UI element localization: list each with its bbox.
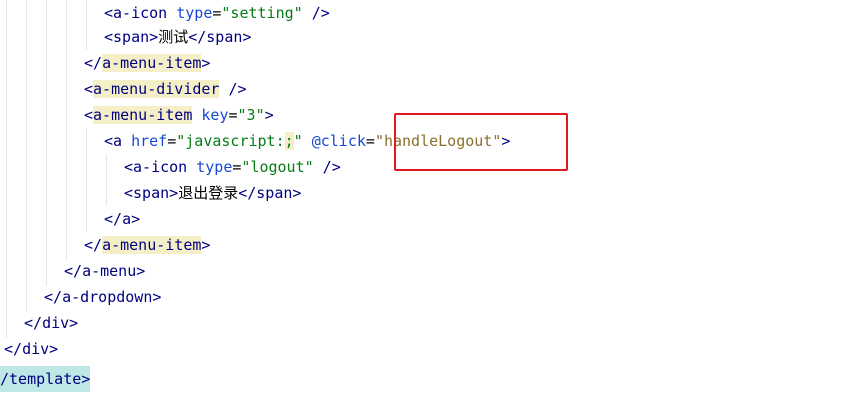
attribute-value: "3": [237, 106, 265, 124]
indent-guide: [106, 154, 107, 206]
tag-bracket: <: [124, 158, 134, 176]
tag-bracket: >: [69, 314, 79, 332]
tag-name: span: [113, 28, 150, 46]
code-line[interactable]: </a>: [104, 206, 140, 232]
tag-name: span: [133, 184, 170, 202]
tag-bracket: </: [24, 314, 43, 332]
tag-bracket: >: [152, 288, 162, 306]
tag-bracket: >: [131, 210, 141, 228]
tag-name: span: [256, 184, 293, 202]
indent-guide: [86, 0, 87, 50]
tag-bracket: >: [149, 28, 159, 46]
equals: =: [167, 132, 177, 150]
tag-bracket: </: [104, 210, 123, 228]
tag-bracket: /: [0, 370, 10, 388]
attribute-value: "javascript:: [176, 132, 285, 150]
code-line[interactable]: </div>: [4, 336, 58, 362]
attribute-name: href: [122, 132, 168, 150]
tag-bracket: />: [219, 80, 247, 98]
tag-name: a-dropdown: [62, 288, 153, 306]
tag-bracket: />: [302, 4, 330, 22]
tag-name: div: [22, 340, 50, 358]
attribute-value: ": [293, 132, 303, 150]
tag-bracket: >: [201, 54, 211, 72]
code-editor[interactable]: <a-icon type="setting" /> <span>测试</span…: [0, 0, 851, 410]
tag-bracket: >: [292, 184, 302, 202]
attribute-name: type: [187, 158, 233, 176]
attribute-value: "setting": [221, 4, 303, 22]
tag-bracket: </: [188, 28, 207, 46]
tag-bracket: </: [44, 288, 63, 306]
indent-guide: [26, 0, 27, 312]
code-line[interactable]: </a-menu-item>: [84, 50, 210, 76]
tag-name: a-menu: [82, 262, 137, 280]
text-content: 测试: [158, 28, 189, 46]
tag-bracket: >: [201, 236, 211, 254]
tag-bracket: </: [238, 184, 257, 202]
code-line[interactable]: <span>测试</span>: [104, 24, 251, 50]
tag-name: a: [122, 210, 132, 228]
tag-name: a-menu-divider: [93, 80, 220, 98]
indent-guide: [66, 0, 67, 260]
code-line[interactable]: </a-menu>: [64, 258, 145, 284]
indent-guide: [6, 0, 7, 338]
tag-bracket: <: [84, 80, 94, 98]
tag-bracket: </: [84, 236, 103, 254]
tag-name: div: [42, 314, 70, 332]
tag-bracket: >: [242, 28, 252, 46]
tag-bracket: >: [264, 106, 274, 124]
code-line[interactable]: <a-menu-divider />: [84, 76, 247, 102]
code-line[interactable]: </div>: [24, 310, 78, 336]
tag-name: a-icon: [113, 4, 168, 22]
attribute-value-semicolon: ;: [284, 132, 294, 150]
code-line[interactable]: <a-icon type="logout" />: [124, 154, 341, 180]
equals: =: [228, 106, 238, 124]
tag-name: a-icon: [133, 158, 188, 176]
tag-bracket: >: [81, 370, 91, 388]
tag-bracket: <: [104, 28, 114, 46]
attribute-name: @click: [302, 132, 366, 150]
tag-bracket: <: [84, 106, 94, 124]
code-line[interactable]: <a-icon type="setting" />: [104, 0, 330, 26]
attribute-value: "logout": [241, 158, 314, 176]
text-content: 退出登录: [178, 184, 239, 202]
tag-name: span: [206, 28, 243, 46]
tag-name: a: [113, 132, 123, 150]
tag-bracket: >: [49, 340, 59, 358]
tag-name: template: [9, 370, 82, 388]
attribute-name: key: [192, 106, 229, 124]
tag-bracket: <: [124, 184, 134, 202]
tag-name: a-menu-item: [102, 236, 202, 254]
equals: =: [365, 132, 375, 150]
code-line-template[interactable]: /template>: [0, 366, 91, 392]
tag-name: a-menu-item: [93, 106, 193, 124]
tag-bracket: </: [84, 54, 103, 72]
annotation-highlight-box: [394, 113, 568, 171]
code-line[interactable]: </a-dropdown>: [44, 284, 161, 310]
code-line[interactable]: <span>退出登录</span>: [124, 180, 301, 206]
tag-bracket: />: [313, 158, 341, 176]
tag-bracket: <: [104, 4, 114, 22]
indent-guide: [46, 0, 47, 286]
tag-bracket: <: [104, 132, 114, 150]
tag-bracket: </: [4, 340, 23, 358]
code-line[interactable]: </a-menu-item>: [84, 232, 210, 258]
attribute-name: type: [176, 4, 213, 22]
tag-bracket: >: [136, 262, 146, 280]
tag-bracket: >: [169, 184, 179, 202]
tag-name: a-menu-item: [102, 54, 202, 72]
tag-bracket: </: [64, 262, 83, 280]
code-line[interactable]: <a-menu-item key="3">: [84, 102, 274, 128]
indent-guide: [86, 128, 87, 232]
